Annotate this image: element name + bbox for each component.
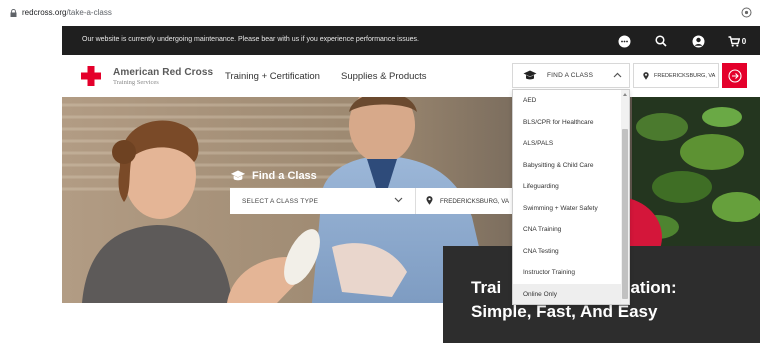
header-location-label: FREDERICKSBURG, VA	[654, 73, 716, 79]
hero-location-label: FREDERICKSBURG, VA	[440, 198, 509, 205]
nav-supplies-products[interactable]: Supplies & Products	[341, 71, 427, 82]
extension-icon[interactable]	[741, 7, 752, 18]
logo-subtitle: Training Services	[113, 79, 159, 86]
dropdown-item-swimming[interactable]: Swimming + Water Safety	[513, 198, 623, 220]
cart-button[interactable]: 0	[726, 34, 748, 48]
scroll-up-arrow-icon[interactable]	[623, 93, 627, 96]
logo-wordmark[interactable]: American Red Cross Training Services	[113, 67, 213, 86]
scrollbar-thumb[interactable]	[622, 129, 628, 299]
cart-icon	[728, 35, 740, 47]
find-class-label: FIND A CLASS	[547, 72, 594, 79]
arrow-right-circle-icon	[727, 68, 742, 83]
dropdown-item-lifeguarding[interactable]: Lifeguarding	[513, 176, 623, 198]
dropdown-item-cna-training[interactable]: CNA Training	[513, 219, 623, 241]
maintenance-bar: Our website is currently undergoing main…	[62, 26, 760, 55]
search-icon[interactable]	[653, 34, 669, 48]
lock-icon	[10, 9, 17, 17]
dropdown-scrollbar[interactable]	[621, 90, 629, 304]
hero-find-class-title: Find a Class	[230, 170, 317, 182]
map-pin-icon	[643, 72, 649, 80]
page: redcross.org/take-a-class Our website is…	[0, 0, 760, 343]
logo-title: American Red Cross	[113, 67, 214, 78]
graduation-cap-icon	[523, 70, 537, 80]
tagline-line1-start: Trai	[471, 278, 502, 297]
tagline-line2: Simple, Fast, And Easy	[471, 302, 658, 321]
hero-find-class-text: Find a Class	[252, 170, 317, 182]
class-type-select[interactable]: SELECT A CLASS TYPE	[230, 188, 415, 214]
red-cross-logo-icon[interactable]	[80, 65, 102, 87]
dropdown-item-bls-cpr[interactable]: BLS/CPR for Healthcare	[513, 112, 623, 134]
dropdown-item-aed[interactable]: AED	[513, 90, 623, 112]
account-icon[interactable]	[690, 34, 706, 48]
nav-training-certification[interactable]: Training + Certification	[225, 71, 320, 82]
dropdown-item-als-pals[interactable]: ALS/PALS	[513, 133, 623, 155]
url-text: redcross.org/take-a-class	[22, 8, 112, 17]
class-type-placeholder: SELECT A CLASS TYPE	[242, 198, 319, 205]
chevron-down-icon	[394, 197, 403, 203]
dropdown-item-online-only[interactable]: Online Only	[513, 283, 623, 304]
dropdown-item-babysitting[interactable]: Babysitting & Child Care	[513, 155, 623, 177]
graduation-cap-icon	[230, 170, 246, 181]
chat-icon[interactable]	[616, 34, 632, 48]
header-go-button[interactable]	[722, 63, 747, 88]
dropdown-item-cna-testing[interactable]: CNA Testing	[513, 241, 623, 263]
map-pin-icon	[426, 196, 433, 205]
site-header: American Red Cross Training Services Tra…	[62, 55, 760, 97]
find-class-dropdown-toggle[interactable]: FIND A CLASS	[512, 63, 630, 88]
address-bar[interactable]: redcross.org/take-a-class	[0, 0, 760, 26]
maintenance-message: Our website is currently undergoing main…	[82, 36, 419, 43]
header-location-field[interactable]: FREDERICKSBURG, VA	[633, 63, 719, 88]
hero-location-field[interactable]: FREDERICKSBURG, VA	[415, 188, 513, 214]
dropdown-item-instructor-training[interactable]: Instructor Training	[513, 262, 623, 284]
chevron-up-icon	[613, 72, 622, 78]
cart-count: 0	[741, 36, 747, 46]
class-type-dropdown-menu: AED BLS/CPR for Healthcare ALS/PALS Baby…	[512, 89, 630, 305]
